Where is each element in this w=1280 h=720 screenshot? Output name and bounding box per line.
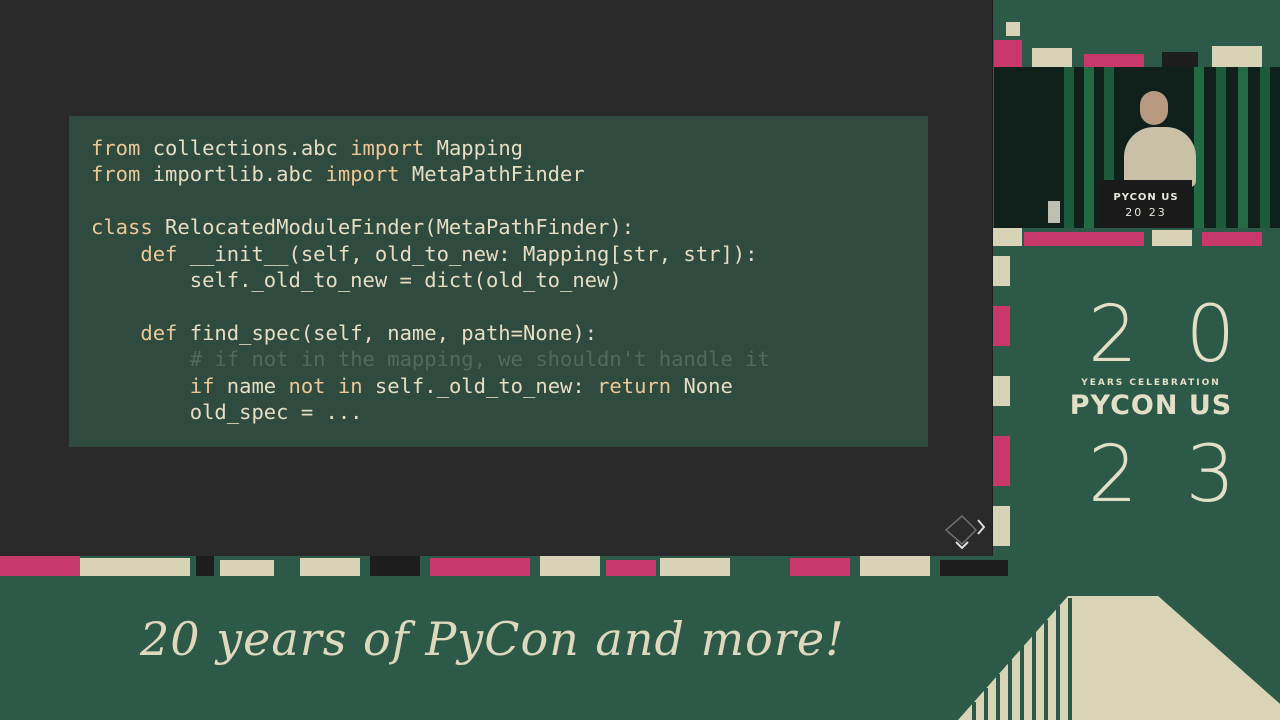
code-keyword: import (325, 162, 400, 187)
code-text: collections.abc (140, 136, 351, 160)
presentation-slide: from collections.abc import Mapping from … (0, 0, 993, 556)
mountain-graphic (958, 596, 1280, 720)
code-text: MetaPathFinder (399, 162, 585, 187)
logo-name: PYCON US (1069, 390, 1233, 421)
code-line: # if not in the mapping, we shouldn't ha… (91, 346, 770, 372)
stand (1048, 201, 1060, 223)
podium-name: PYCON US (1113, 192, 1179, 203)
code-line: if name not in self._old_to_new: return … (91, 373, 770, 399)
code-text: Mapping (424, 136, 524, 160)
speaker-figure (1124, 127, 1196, 187)
code-keyword: from (91, 162, 141, 187)
podium-label: PYCON US 20 23 (1100, 192, 1192, 219)
code-keyword: not (288, 373, 326, 398)
code-keyword: def (140, 241, 178, 266)
code-keyword: import (350, 136, 425, 160)
code-line: def __init__(self, old_to_new: Mapping[s… (91, 241, 770, 267)
pattern-strip-side (992, 246, 1010, 576)
code-line: self._old_to_new = dict(old_to_new) (91, 267, 770, 293)
logo-top-digits: 20 (1088, 290, 1280, 380)
pattern-strip-mid (992, 228, 1280, 246)
code-keyword: if (189, 373, 215, 398)
tagline: 20 years of PyCon and more! (140, 612, 845, 666)
pycon-logo: 20 YEARS CELEBRATION PYCON US 23 (1040, 290, 1262, 520)
code-line: from importlib.abc import MetaPathFinder (91, 161, 770, 187)
logo-subtitle: YEARS CELEBRATION (1081, 378, 1221, 388)
code-keyword: in (337, 373, 363, 398)
pattern-strip-bottom (0, 556, 1008, 576)
code-keyword: class (91, 215, 153, 240)
code-text: importlib.abc (140, 162, 326, 187)
logo-bottom-digits: 23 (1088, 430, 1280, 520)
chevron-right-icon (944, 514, 986, 550)
code-keyword: return (597, 373, 672, 398)
code-keyword: def (140, 320, 178, 345)
code-text: RelocatedModuleFinder(MetaPathFinder): (152, 215, 635, 240)
code-text: name (214, 373, 289, 398)
code-block: from collections.abc import Mapping from … (91, 135, 770, 425)
code-line: from collections.abc import Mapping (91, 135, 770, 161)
code-keyword: from (91, 136, 141, 160)
code-text: None (671, 373, 733, 398)
code-text: self._old_to_new = dict(old_to_new) (91, 267, 622, 292)
podium-year: 20 23 (1125, 206, 1167, 219)
code-line: class RelocatedModuleFinder(MetaPathFind… (91, 214, 770, 240)
slide-nav-control[interactable] (942, 512, 986, 552)
speaker-head (1140, 91, 1168, 125)
code-text: old_spec = ... (91, 399, 363, 424)
code-text: self._old_to_new: (362, 373, 598, 398)
code-text: find_spec(self, name, path=None): (177, 320, 598, 345)
code-comment: # if not in the mapping, we shouldn't ha… (189, 347, 770, 372)
code-text: __init__(self, old_to_new: Mapping[str, … (177, 241, 758, 266)
code-line: def find_spec(self, name, path=None): (91, 320, 770, 346)
presentation-stage: from collections.abc import Mapping from … (0, 0, 1280, 720)
pattern-strip-top (992, 0, 1280, 67)
code-line: old_spec = ... (91, 399, 770, 425)
